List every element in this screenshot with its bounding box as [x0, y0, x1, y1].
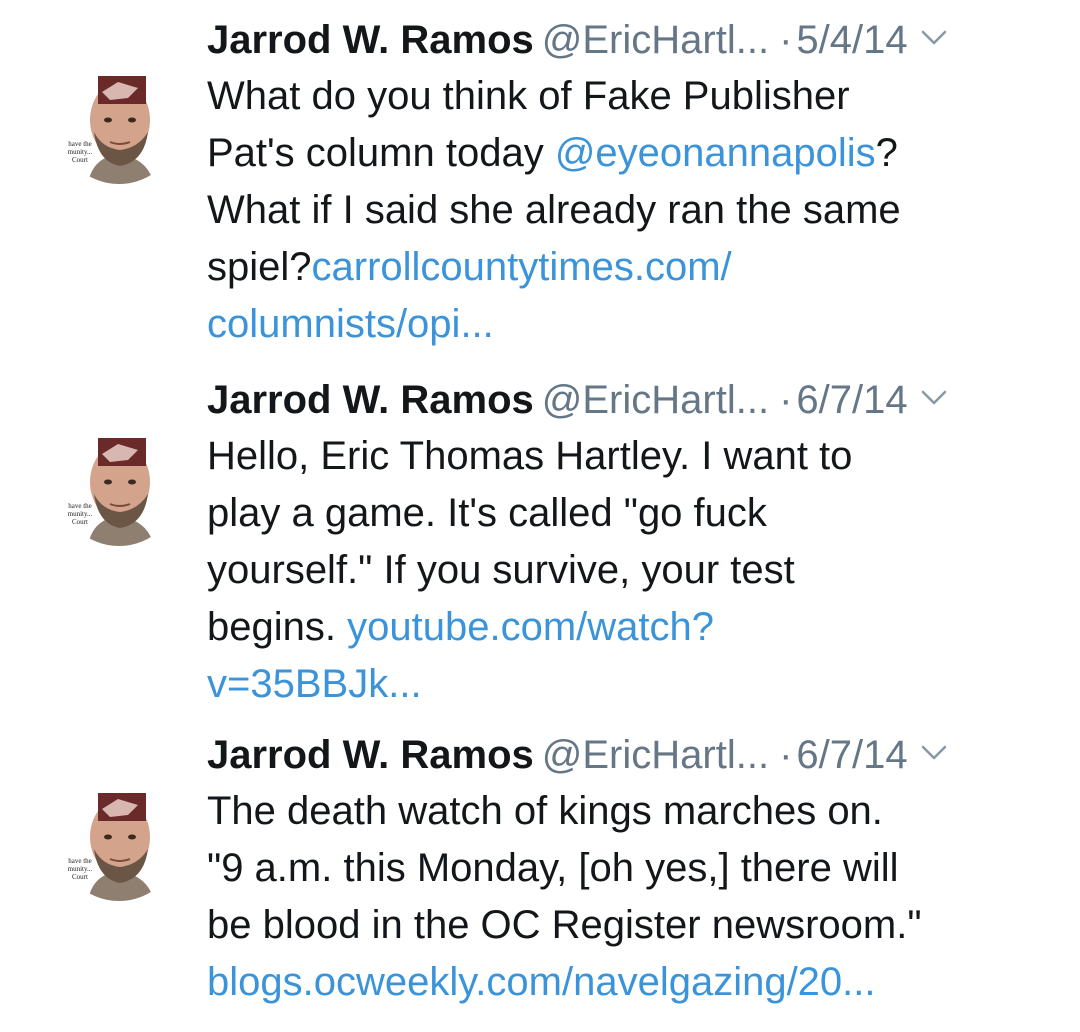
text-segment: play a game. It's called "go fuck [207, 491, 767, 535]
tweet-text-line: be blood in the OC Register newsroom." [207, 897, 1047, 954]
text-segment: yourself." If you survive, your test [207, 548, 795, 592]
text-segment: begins. [207, 605, 348, 649]
author-handle[interactable]: @EricHartl... [542, 378, 769, 422]
chevron-down-icon[interactable] [920, 389, 948, 407]
tweet-date[interactable]: 5/4/14 [796, 18, 907, 62]
tweet-date[interactable]: 6/7/14 [796, 378, 907, 422]
timeline: have the munity... Court Jarrod W. Ramos… [0, 0, 1080, 1032]
text-segment: What if I said she already ran the same [207, 188, 901, 232]
tweet-header: Jarrod W. Ramos @EricHartl... · 6/7/14 [207, 727, 1047, 783]
tweet-text: Hello, Eric Thomas Hartley. I want to pl… [207, 428, 1047, 713]
tweet-text: What do you think of Fake Publisher Pat'… [207, 68, 1047, 353]
tweet-text-line: Pat's column today @eyeonannapolis? [207, 125, 1047, 182]
profile-photo [58, 424, 180, 546]
text-segment: Hello, Eric Thomas Hartley. I want to [207, 434, 853, 478]
text-segment: "9 a.m. this Monday, [oh yes,] there wil… [207, 846, 899, 890]
tweet-content: Jarrod W. Ramos @EricHartl... · 5/4/14 What… [207, 12, 1047, 353]
tweet-content: Jarrod W. Ramos @EricHartl... · 6/7/14 The … [207, 727, 1047, 1011]
mention-link[interactable]: @eyeonannapolis [555, 131, 876, 175]
avatar-caption-line: munity... [67, 865, 93, 873]
tweet-text-line: columnists/opi... [207, 296, 1047, 353]
tweet-text-line: v=35BBJk... [207, 656, 1047, 713]
tweet-text-line: play a game. It's called "go fuck [207, 485, 1047, 542]
tweet-text-line: What do you think of Fake Publisher [207, 68, 1047, 125]
url-link[interactable]: columnists/opi... [207, 302, 494, 346]
text-segment: The death watch of kings marches on. [207, 789, 883, 833]
tweet-text-line: blogs.ocweekly.com/navelgazing/20... [207, 954, 1047, 1011]
profile-photo [58, 62, 180, 184]
text-segment: Pat's column today [207, 131, 555, 175]
avatar-caption: have the munity... Court [60, 857, 100, 881]
tweet-text-line: spiel?carrollcountytimes.com/ [207, 239, 1047, 296]
tweet-text-line: Hello, Eric Thomas Hartley. I want to [207, 428, 1047, 485]
tweet-text-line: The death watch of kings marches on. [207, 783, 1047, 840]
avatar-caption-line: have the [68, 140, 92, 148]
avatar-caption-line: Court [72, 873, 88, 881]
text-segment: What do you think of Fake Publisher [207, 74, 850, 118]
separator: · [779, 378, 793, 422]
url-link[interactable]: youtube.com/watch? [347, 605, 714, 649]
author-name[interactable]: Jarrod W. Ramos [207, 378, 534, 422]
tweet-text-line: begins. youtube.com/watch? [207, 599, 1047, 656]
avatar-caption-line: munity... [67, 510, 93, 518]
avatar-caption: have the munity... Court [60, 140, 100, 164]
tweet-text-line: What if I said she already ran the same [207, 182, 1047, 239]
chevron-down-icon[interactable] [920, 29, 948, 47]
avatar[interactable]: have the munity... Court [58, 779, 180, 901]
author-handle[interactable]: @EricHartl... [542, 733, 769, 777]
text-segment: be blood in the OC Register newsroom." [207, 903, 922, 947]
avatar-caption-line: munity... [67, 148, 93, 156]
author-name[interactable]: Jarrod W. Ramos [207, 733, 534, 777]
tweet-header: Jarrod W. Ramos @EricHartl... · 6/7/14 [207, 372, 1047, 428]
avatar[interactable]: have the munity... Court [58, 62, 180, 184]
author-name[interactable]: Jarrod W. Ramos [207, 18, 534, 62]
url-link[interactable]: blogs.ocweekly.com/navelgazing/20... [207, 960, 876, 1004]
tweet-date[interactable]: 6/7/14 [796, 733, 907, 777]
tweet-text-line: "9 a.m. this Monday, [oh yes,] there wil… [207, 840, 1047, 897]
url-link[interactable]: v=35BBJk... [207, 662, 422, 706]
text-segment: ? [875, 131, 898, 175]
tweet-content: Jarrod W. Ramos @EricHartl... · 6/7/14 Hell… [207, 372, 1047, 713]
avatar-caption: have the munity... Court [60, 502, 100, 526]
separator: · [779, 18, 793, 62]
profile-photo [58, 779, 180, 901]
chevron-down-icon[interactable] [920, 744, 948, 762]
tweet-text: The death watch of kings marches on. "9 … [207, 783, 1047, 1011]
text-segment: spiel? [207, 245, 312, 289]
avatar-caption-line: Court [72, 156, 88, 164]
url-link[interactable]: carrollcountytimes.com/ [312, 245, 732, 289]
avatar-caption-line: Court [72, 518, 88, 526]
avatar-caption-line: have the [68, 857, 92, 865]
author-handle[interactable]: @EricHartl... [542, 18, 769, 62]
tweet-text-line: yourself." If you survive, your test [207, 542, 1047, 599]
separator: · [779, 733, 793, 777]
tweet-header: Jarrod W. Ramos @EricHartl... · 5/4/14 [207, 12, 1047, 68]
avatar[interactable]: have the munity... Court [58, 424, 180, 546]
avatar-caption-line: have the [68, 502, 92, 510]
